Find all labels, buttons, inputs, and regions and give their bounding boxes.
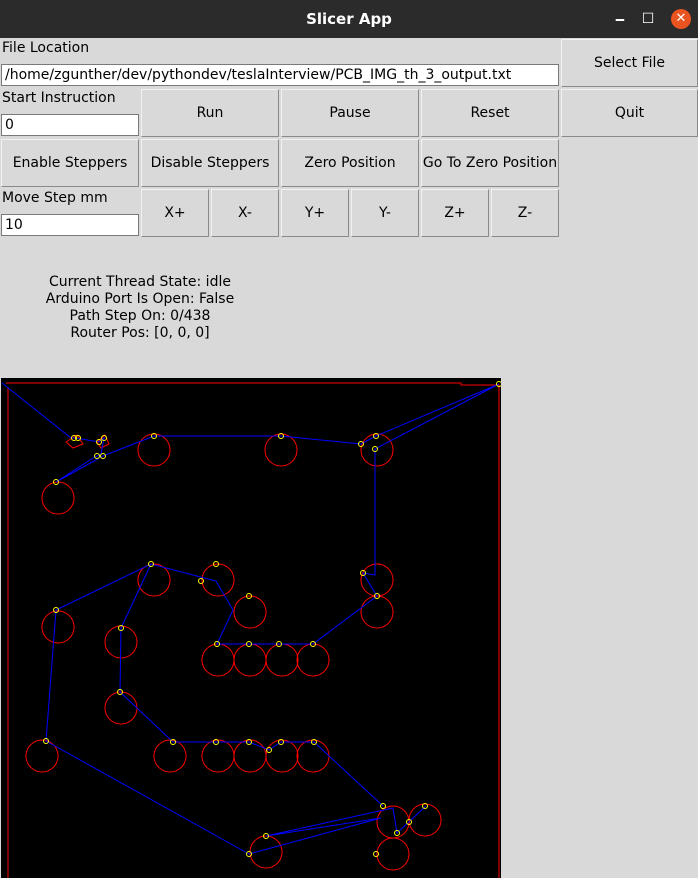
enable-steppers-button[interactable]: Enable Steppers <box>1 139 139 187</box>
y-plus-button[interactable]: Y+ <box>281 189 349 237</box>
pad-circle <box>41 481 75 515</box>
toolpath-lines <box>1 382 500 855</box>
file-location-input[interactable] <box>1 64 559 86</box>
close-icon[interactable]: ✕ <box>671 9 691 29</box>
pad-circle <box>265 643 299 677</box>
pad-circle <box>201 563 235 597</box>
step-marker <box>198 578 204 584</box>
maximize-icon[interactable]: ☐ <box>638 9 658 29</box>
z-plus-button[interactable]: Z+ <box>421 189 489 237</box>
move-step-input[interactable] <box>1 214 139 236</box>
pad-circle <box>41 610 75 644</box>
pad-circle <box>296 643 330 677</box>
disable-steppers-button[interactable]: Disable Steppers <box>141 139 279 187</box>
thread-state-text: Current Thread State: idle <box>49 274 231 290</box>
router-pos-text: Router Pos: [0, 0, 0] <box>70 325 210 341</box>
pad-circle <box>104 691 138 725</box>
step-marker <box>373 851 379 857</box>
x-plus-button[interactable]: X+ <box>141 189 209 237</box>
run-button[interactable]: Run <box>141 89 279 137</box>
pause-button[interactable]: Pause <box>281 89 419 137</box>
move-step-label: Move Step mm <box>2 190 108 206</box>
pad-circle <box>360 595 394 629</box>
toolpath-preview-canvas <box>1 378 501 878</box>
pad-circle <box>201 739 235 773</box>
y-minus-button[interactable]: Y- <box>351 189 419 237</box>
quit-button[interactable]: Quit <box>561 89 698 137</box>
pad-circle <box>153 739 187 773</box>
go-to-zero-position-button[interactable]: Go To Zero Position <box>421 139 559 187</box>
pad-circle <box>137 563 171 597</box>
z-minus-button[interactable]: Z- <box>491 189 559 237</box>
pad-circle <box>376 837 410 871</box>
pad-circle <box>201 643 235 677</box>
pad-circles <box>25 433 442 871</box>
path-step-text: Path Step On: 0/438 <box>69 308 211 324</box>
pad-circle <box>233 595 267 629</box>
select-file-button[interactable]: Select File <box>561 39 698 87</box>
reset-button[interactable]: Reset <box>421 89 559 137</box>
file-location-label: File Location <box>2 40 90 56</box>
minimize-icon[interactable]: 🗕 <box>610 9 630 29</box>
pad-circle <box>233 643 267 677</box>
x-minus-button[interactable]: X- <box>211 189 279 237</box>
title-bar: Slicer App 🗕 ☐ ✕ <box>0 0 698 38</box>
start-instruction-label: Start Instruction <box>2 90 116 106</box>
zero-position-button[interactable]: Zero Position <box>281 139 419 187</box>
start-instruction-input[interactable] <box>1 114 139 136</box>
arduino-port-text: Arduino Port Is Open: False <box>45 291 235 307</box>
window-title: Slicer App <box>306 10 392 28</box>
pad-circle <box>360 563 394 597</box>
